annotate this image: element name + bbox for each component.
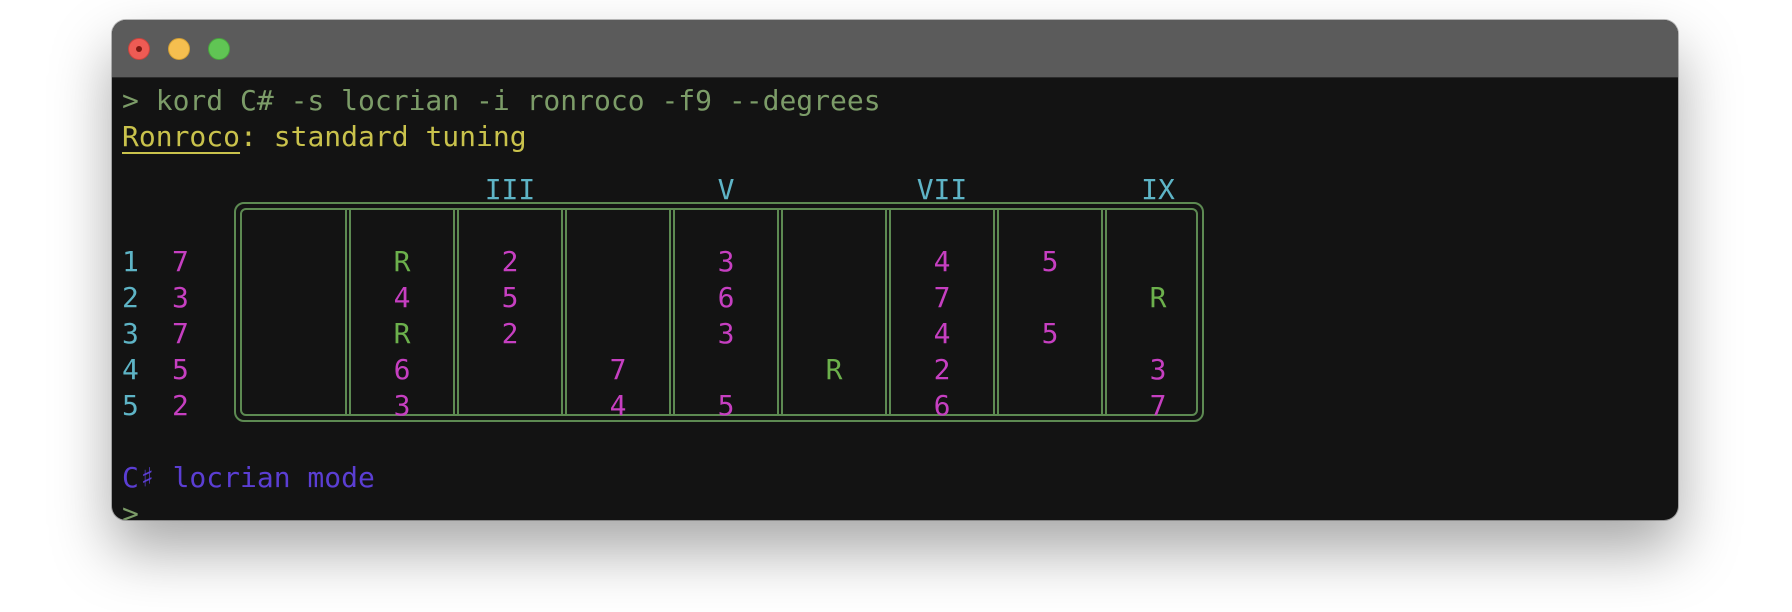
minimize-button[interactable] <box>168 38 190 60</box>
open-string-degree: 7 <box>172 317 189 350</box>
scale-degree: 7 <box>1149 389 1167 422</box>
terminal-window: > kord C# -s locrian -i ronroco -f9 --de… <box>112 20 1678 520</box>
scale-degree: 3 <box>393 389 411 422</box>
root-note: R <box>1149 281 1167 314</box>
mode-line: C♯ locrian mode <box>122 461 375 494</box>
scale-degree: 2 <box>933 353 951 386</box>
root-note: R <box>825 353 843 386</box>
open-string-degree: 3 <box>172 281 189 314</box>
string-number: 5 <box>122 389 139 422</box>
title-bar <box>112 20 1678 78</box>
fret-line <box>345 208 347 416</box>
scale-degree: 6 <box>933 389 951 422</box>
scale-degree: 6 <box>393 353 411 386</box>
instrument-name: Ronroco <box>122 120 241 153</box>
scale-degree: 2 <box>501 245 519 278</box>
command-line: > kord C# -s locrian -i ronroco -f9 --de… <box>122 84 881 117</box>
tuning-line: Ronroco: standard tuning <box>122 120 527 154</box>
scale-degree: 3 <box>717 245 735 278</box>
scale-degree: 4 <box>393 281 411 314</box>
fret-line <box>1101 208 1103 416</box>
tuning-text: : standard tuning <box>240 120 527 153</box>
scale-degree: 5 <box>1041 245 1059 278</box>
string-number: 1 <box>122 245 139 278</box>
close-button[interactable] <box>128 38 150 60</box>
root-note: R <box>393 317 411 350</box>
scale-degree: 5 <box>717 389 735 422</box>
scale-degree: 3 <box>1149 353 1167 386</box>
scale-degree: 3 <box>717 317 735 350</box>
open-string-degree: 2 <box>172 389 189 422</box>
open-string-degree: 7 <box>172 245 189 278</box>
open-string-degree: 5 <box>172 353 189 386</box>
scale-degree: 2 <box>501 317 519 350</box>
root-note: R <box>393 245 411 278</box>
string-number: 2 <box>122 281 139 314</box>
scale-degree: 7 <box>933 281 951 314</box>
string-number: 4 <box>122 353 139 386</box>
scale-degree: 5 <box>1041 317 1059 350</box>
scale-degree: 4 <box>609 389 627 422</box>
prompt[interactable]: > <box>122 497 139 520</box>
scale-degree: 5 <box>501 281 519 314</box>
scale-degree: 4 <box>933 245 951 278</box>
string-number: 3 <box>122 317 139 350</box>
scale-degree: 4 <box>933 317 951 350</box>
scale-degree: 6 <box>717 281 735 314</box>
scale-degree: 7 <box>609 353 627 386</box>
zoom-button[interactable] <box>208 38 230 60</box>
